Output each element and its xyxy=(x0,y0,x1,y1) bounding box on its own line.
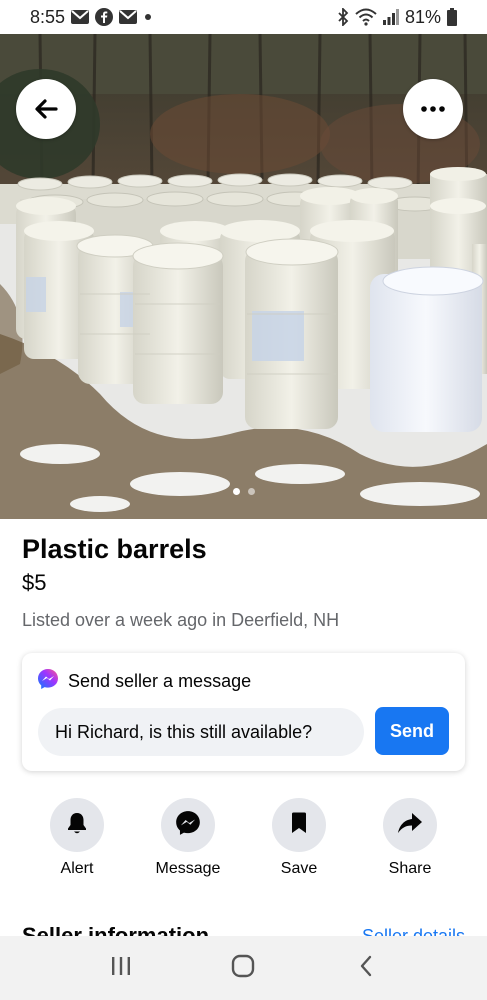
alert-action[interactable]: Alert xyxy=(22,798,132,878)
save-label: Save xyxy=(280,860,318,877)
share-action[interactable]: Share xyxy=(355,798,465,878)
chevron-left-icon xyxy=(359,955,373,982)
listing-photo[interactable] xyxy=(0,34,487,519)
page-dot-active xyxy=(232,488,240,495)
system-back-button[interactable] xyxy=(336,943,396,993)
listing-price: $5 xyxy=(22,570,47,595)
more-options-button[interactable] xyxy=(403,79,463,139)
save-button[interactable] xyxy=(272,798,326,852)
signal-icon xyxy=(382,9,399,25)
bluetooth-icon xyxy=(337,8,349,26)
home-icon xyxy=(231,954,255,983)
alert-button[interactable] xyxy=(50,798,104,852)
back-button[interactable] xyxy=(16,79,76,139)
bookmark-icon xyxy=(291,812,307,839)
system-nav-bar xyxy=(0,936,487,1000)
action-row: Alert Message Save Share xyxy=(22,798,465,878)
status-time: 8:55 xyxy=(30,6,66,27)
send-button[interactable]: Send xyxy=(375,707,449,755)
alert-label: Alert xyxy=(60,860,94,877)
status-bar: 8:55 81% xyxy=(0,0,487,34)
share-label: Share xyxy=(388,860,432,877)
bell-icon xyxy=(66,811,88,840)
message-action[interactable]: Message xyxy=(133,798,243,878)
message-label: Message xyxy=(155,860,221,877)
notification-dot-icon xyxy=(143,12,153,22)
status-left: 8:55 xyxy=(30,7,153,28)
mail-icon xyxy=(71,10,90,24)
wifi-icon xyxy=(355,8,377,26)
mail-icon xyxy=(119,10,138,24)
facebook-icon xyxy=(95,8,114,26)
message-input[interactable] xyxy=(38,708,364,756)
share-arrow-icon xyxy=(397,812,423,839)
recent-apps-button[interactable] xyxy=(91,943,151,993)
listing-title: Plastic barrels xyxy=(22,534,207,564)
listing-meta: Listed over a week ago in Deerfield, NH xyxy=(22,610,340,630)
seller-info-row: Seller information Seller details xyxy=(22,922,465,936)
save-action[interactable]: Save xyxy=(244,798,354,878)
message-seller-card: Send seller a message Send xyxy=(22,653,465,771)
message-card-heading: Send seller a message xyxy=(68,671,252,691)
seller-info-heading: Seller information xyxy=(22,923,210,936)
battery-percent: 81% xyxy=(404,6,441,27)
message-button[interactable] xyxy=(161,798,215,852)
seller-details-link[interactable]: Seller details xyxy=(362,922,465,936)
share-button[interactable] xyxy=(383,798,437,852)
home-button[interactable] xyxy=(213,943,273,993)
status-right: 81% xyxy=(337,7,457,28)
recent-apps-icon xyxy=(110,956,132,981)
arrow-left-icon xyxy=(34,98,58,120)
page-dot xyxy=(247,488,255,495)
battery-icon xyxy=(447,8,457,26)
photo-page-indicator xyxy=(0,488,487,495)
messenger-icon xyxy=(175,810,201,841)
messenger-icon xyxy=(37,668,59,695)
more-dots-icon xyxy=(421,106,445,112)
message-card-header: Send seller a message xyxy=(37,668,251,695)
